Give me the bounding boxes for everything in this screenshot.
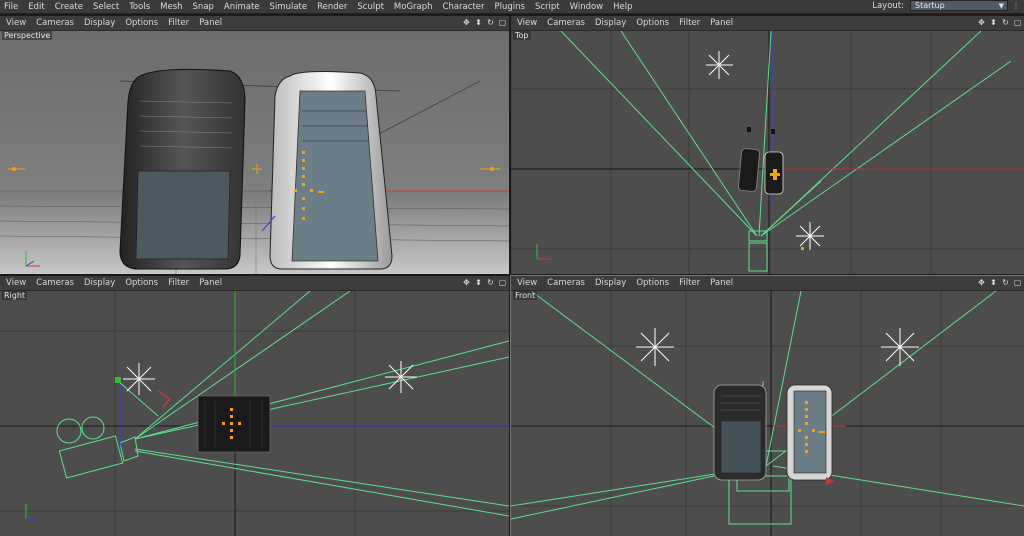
viewport-top-header: View Cameras Display Options Filter Pane… [511,16,1024,31]
perspective-canvas[interactable] [0,31,509,274]
rotate-view-icon[interactable]: ↻ [1001,278,1010,287]
main-menubar: File Edit Create Select Tools Mesh Snap … [0,0,1024,14]
vp-menu-view[interactable]: View [511,18,542,28]
menu-animate[interactable]: Animate [219,2,265,12]
menu-tools[interactable]: Tools [124,2,155,12]
viewport-top[interactable]: View Cameras Display Options Filter Pane… [511,16,1024,274]
viewport-right[interactable]: View Cameras Display Options Filter Pane… [0,276,509,536]
front-canvas[interactable] [511,291,1024,536]
zoom-view-icon[interactable]: ⬍ [474,18,483,27]
vp-menu-panel[interactable]: Panel [194,18,227,28]
vp-menu-cameras[interactable]: Cameras [31,278,79,288]
viewport-front-label: Front [513,291,538,300]
menu-help[interactable]: Help [608,2,637,12]
toggle-layout-icon[interactable]: ▢ [498,278,507,287]
menu-plugins[interactable]: Plugins [490,2,530,12]
chevron-down-icon: ▼ [998,2,1004,10]
vp-menu-filter[interactable]: Filter [674,278,705,288]
zoom-view-icon[interactable]: ⬍ [989,278,998,287]
top-canvas[interactable] [511,31,1024,274]
cinema4d-window: File Edit Create Select Tools Mesh Snap … [0,0,1024,536]
zoom-view-icon[interactable]: ⬍ [989,18,998,27]
toggle-layout-icon[interactable]: ▢ [1013,18,1022,27]
vp-menu-view[interactable]: View [0,278,31,288]
vp-menu-panel[interactable]: Panel [705,18,738,28]
vp-menu-display[interactable]: Display [79,18,120,28]
vp-menu-options[interactable]: Options [631,278,674,288]
vp-menu-panel[interactable]: Panel [194,278,227,288]
grip-icon[interactable]: ⋮ [1011,1,1021,11]
menu-character[interactable]: Character [438,2,490,12]
viewport-perspective[interactable]: View Cameras Display Options Filter Pane… [0,16,509,274]
menu-script[interactable]: Script [530,2,565,12]
move-view-icon[interactable]: ✥ [462,18,471,27]
rotate-view-icon[interactable]: ↻ [1001,18,1010,27]
menu-mesh[interactable]: Mesh [155,2,187,12]
vp-menu-options[interactable]: Options [631,18,674,28]
move-view-icon[interactable]: ✥ [977,18,986,27]
toggle-layout-icon[interactable]: ▢ [1013,278,1022,287]
rotate-view-icon[interactable]: ↻ [486,18,495,27]
menu-sculpt[interactable]: Sculpt [352,2,389,12]
menu-file[interactable]: File [0,2,23,12]
menu-window[interactable]: Window [565,2,609,12]
vp-menu-panel[interactable]: Panel [705,278,738,288]
viewport-perspective-label: Perspective [2,31,53,40]
menu-render[interactable]: Render [312,2,352,12]
viewport-front-header: View Cameras Display Options Filter Pane… [511,276,1024,291]
menu-edit[interactable]: Edit [23,2,49,12]
viewport-top-label: Top [513,31,531,40]
vp-menu-filter[interactable]: Filter [163,18,194,28]
zoom-view-icon[interactable]: ⬍ [474,278,483,287]
vp-menu-options[interactable]: Options [120,18,163,28]
menu-simulate[interactable]: Simulate [265,2,313,12]
vp-menu-cameras[interactable]: Cameras [542,18,590,28]
vp-menu-filter[interactable]: Filter [163,278,194,288]
vp-menu-cameras[interactable]: Cameras [542,278,590,288]
layout-label: Layout: [872,1,904,11]
vp-menu-view[interactable]: View [0,18,31,28]
menu-snap[interactable]: Snap [188,2,219,12]
vp-menu-options[interactable]: Options [120,278,163,288]
menu-mograph[interactable]: MoGraph [389,2,438,12]
vp-menu-display[interactable]: Display [79,278,120,288]
viewport-right-label: Right [2,291,28,300]
viewport-front[interactable]: View Cameras Display Options Filter Pane… [510,275,1024,536]
menu-create[interactable]: Create [50,2,88,12]
menu-select[interactable]: Select [88,2,124,12]
vp-menu-display[interactable]: Display [590,18,631,28]
viewport-perspective-header: View Cameras Display Options Filter Pane… [0,16,509,31]
move-view-icon[interactable]: ✥ [462,278,471,287]
vp-menu-cameras[interactable]: Cameras [31,18,79,28]
layout-value: Startup [915,1,945,10]
vp-menu-display[interactable]: Display [590,278,631,288]
right-canvas[interactable] [0,291,509,536]
toggle-layout-icon[interactable]: ▢ [498,18,507,27]
vp-menu-filter[interactable]: Filter [674,18,705,28]
viewport-right-header: View Cameras Display Options Filter Pane… [0,276,509,291]
rotate-view-icon[interactable]: ↻ [486,278,495,287]
move-view-icon[interactable]: ✥ [977,278,986,287]
vp-menu-view[interactable]: View [511,278,542,288]
layout-dropdown[interactable]: Startup ▼ [910,0,1008,11]
